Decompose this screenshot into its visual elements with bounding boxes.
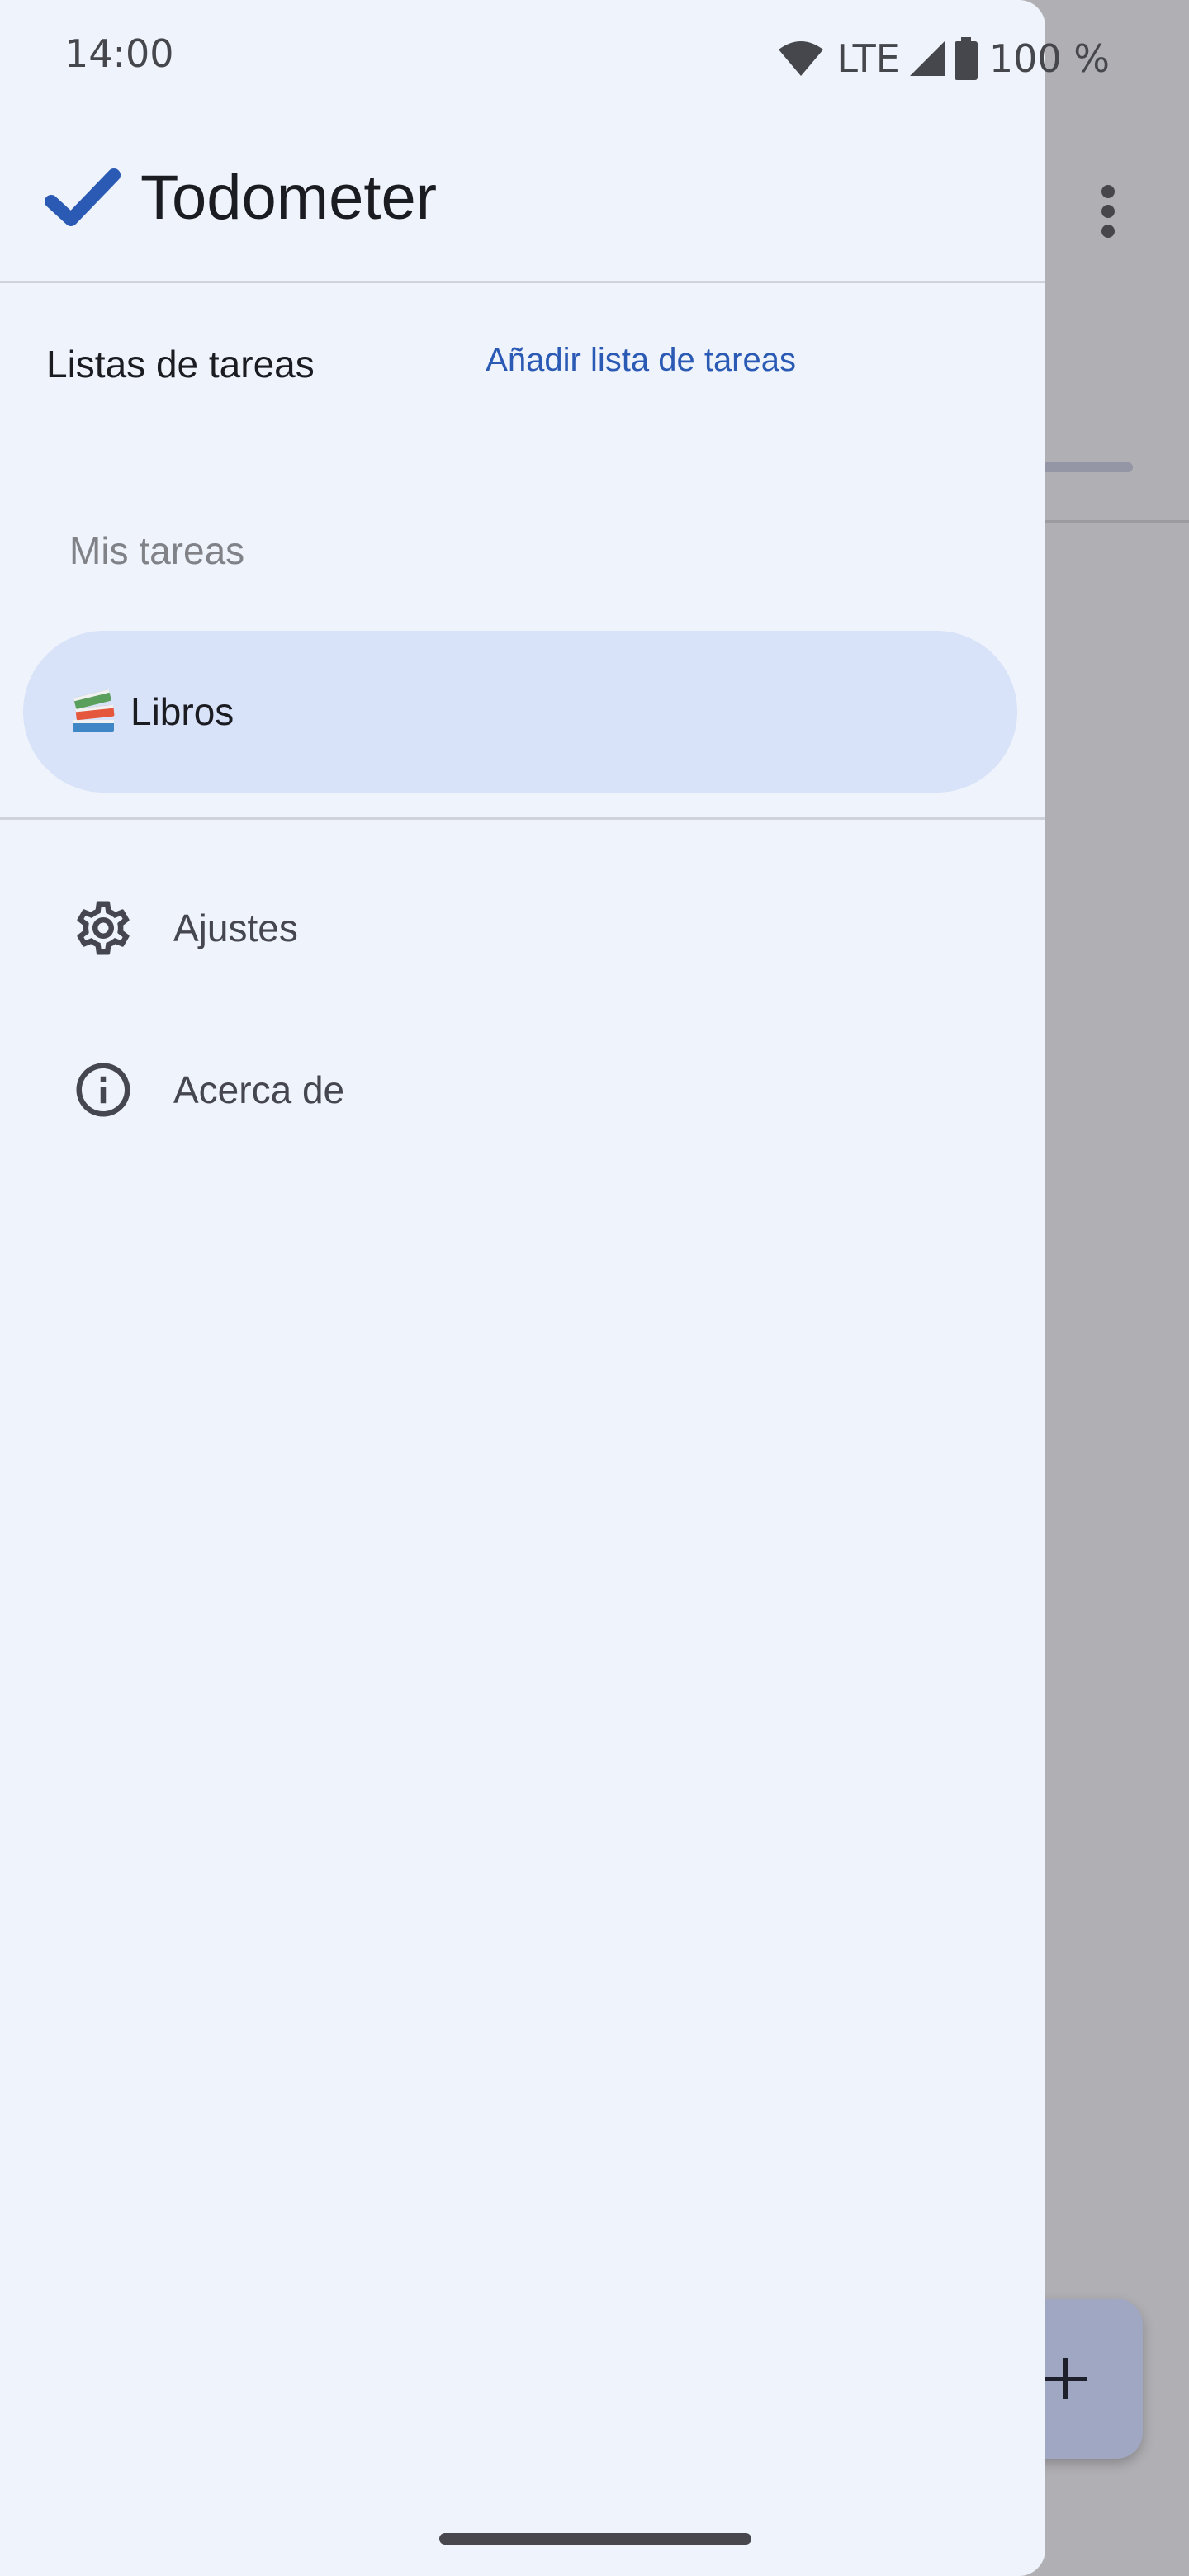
navigation-drawer: Todometer Listas de tareas Añadir lista … — [0, 0, 1045, 2576]
home-indicator[interactable] — [439, 2533, 751, 2545]
more-options-icon[interactable] — [1097, 185, 1120, 238]
about-menu-item[interactable]: Acerca de — [0, 1024, 1045, 1156]
gear-icon — [77, 901, 130, 955]
list-item-label: Libros — [130, 690, 234, 733]
list-item-mis-tareas[interactable]: Mis tareas — [69, 528, 244, 573]
settings-menu-item[interactable]: Ajustes — [0, 862, 1045, 994]
wifi-icon — [779, 41, 824, 76]
app-title: Todometer — [140, 163, 438, 233]
checkmark-logo-icon — [45, 168, 121, 226]
list-item-libros[interactable]: Libros — [23, 631, 1017, 793]
battery-percentage: 100 % — [988, 36, 1110, 81]
status-time: 14:00 — [64, 31, 174, 76]
battery-icon — [954, 37, 978, 80]
network-type: LTE — [836, 36, 900, 81]
add-task-list-button[interactable]: Añadir lista de tareas — [486, 342, 796, 379]
settings-label: Ajustes — [173, 907, 298, 949]
lists-divider — [0, 817, 1045, 820]
task-lists-heading: Listas de tareas — [46, 343, 315, 386]
status-bar: 14:00 LTE 100 % — [0, 0, 1189, 116]
screen: Todometer Listas de tareas Añadir lista … — [0, 0, 1189, 2576]
header-divider — [0, 281, 1045, 283]
cellular-signal-icon — [909, 41, 945, 76]
about-label: Acerca de — [173, 1068, 345, 1111]
tab-indicator — [1042, 462, 1133, 472]
status-icons: LTE 100 % — [777, 30, 1110, 88]
books-emoji-icon — [73, 689, 115, 732]
background-divider — [1042, 520, 1189, 523]
info-icon — [76, 1063, 130, 1117]
